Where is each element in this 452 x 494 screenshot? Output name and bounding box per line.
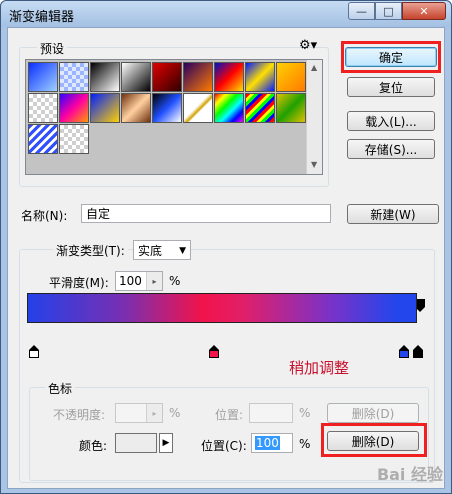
preset-swatch-14[interactable]: [152, 93, 182, 123]
color-stop-3-swatch: [399, 350, 409, 358]
name-label: 名称(N):: [21, 209, 68, 223]
gradient-type-select[interactable]: 实底 ▼: [133, 240, 191, 260]
color-stop-3[interactable]: [399, 345, 409, 359]
preset-swatch-10[interactable]: [28, 93, 58, 123]
maximize-button[interactable]: □: [375, 2, 402, 20]
gradient-type-value: 实底: [138, 243, 163, 258]
preset-swatch-20[interactable]: [59, 124, 89, 154]
preset-swatch-19[interactable]: [28, 124, 58, 154]
color-stop-1[interactable]: [29, 345, 39, 359]
color-menu-arrow-icon[interactable]: ▶: [159, 433, 173, 453]
preset-swatch-11[interactable]: [59, 93, 89, 123]
preset-swatch-18[interactable]: [276, 93, 306, 123]
color-label: 颜色:: [79, 439, 108, 453]
preset-swatch-12[interactable]: [90, 93, 120, 123]
preset-swatch-17[interactable]: [245, 93, 275, 123]
name-input[interactable]: [81, 204, 331, 223]
color-swatch[interactable]: [115, 433, 157, 453]
save-button[interactable]: 存储(S)...: [347, 139, 435, 159]
opacity-label: 不透明度:: [53, 408, 106, 422]
chevron-down-icon: ▼: [179, 246, 186, 256]
color-location-value: 100: [255, 436, 280, 450]
opacity-location-input[interactable]: [249, 403, 293, 423]
ok-button-highlight: [341, 41, 441, 73]
preset-swatch-8[interactable]: [245, 62, 275, 92]
preset-swatch-15[interactable]: [183, 93, 213, 123]
window-title: 渐变编辑器: [9, 10, 75, 25]
watermark-text: Bai 经验: [376, 465, 443, 484]
preset-swatch-13[interactable]: [121, 93, 151, 123]
gear-icon[interactable]: ⚙▾: [299, 38, 317, 53]
color-stop-4-swatch: [413, 350, 423, 358]
load-button[interactable]: 载入(L)...: [347, 111, 435, 131]
preset-swatch-6[interactable]: [183, 62, 213, 92]
preset-swatch-4[interactable]: [121, 62, 151, 92]
scroll-down-icon[interactable]: ▼: [311, 160, 317, 169]
opacity-location-unit: %: [299, 406, 311, 420]
gradient-preview-bar[interactable]: [27, 293, 417, 323]
gradient-editor-window: 渐变编辑器 — □ ✕ 预设 ⚙▾ ▲ ▼ 确定 复位 载入(L)... 存储(…: [0, 0, 452, 494]
opacity-location-label: 位置:: [215, 408, 244, 422]
preset-swatch-16[interactable]: [214, 93, 244, 123]
color-location-input[interactable]: 100: [251, 433, 293, 453]
preset-swatch-5[interactable]: [152, 62, 182, 92]
smoothness-input[interactable]: 100 ▸: [115, 271, 163, 291]
gradient-type-label: 渐变类型(T):: [53, 242, 128, 259]
delete-button-highlight: [321, 423, 427, 457]
presets-scrollbar[interactable]: ▲ ▼: [306, 60, 322, 174]
new-button[interactable]: 新建(W): [347, 204, 439, 224]
color-stop-1-swatch: [29, 350, 39, 358]
minimize-button[interactable]: —: [348, 2, 375, 20]
preset-swatch-2[interactable]: [59, 62, 89, 92]
reset-button[interactable]: 复位: [347, 77, 435, 97]
preset-swatch-1[interactable]: [28, 62, 58, 92]
scroll-up-icon[interactable]: ▲: [311, 63, 317, 72]
title-bar[interactable]: 渐变编辑器 — □ ✕: [1, 1, 451, 27]
color-stop-2-swatch: [209, 350, 219, 358]
annotation-text: 稍加调整: [289, 359, 350, 377]
window-controls: — □ ✕: [348, 2, 446, 20]
opacity-stepper-icon: ▸: [146, 404, 162, 422]
presets-grid: ▲ ▼: [25, 59, 323, 175]
smoothness-value: 100: [119, 274, 142, 288]
preset-swatch-7[interactable]: [214, 62, 244, 92]
opacity-unit: %: [169, 406, 181, 420]
preset-swatch-9[interactable]: [276, 62, 306, 92]
stops-group-label: 色标: [45, 380, 76, 397]
delete-opacity-stop-button[interactable]: 删除(D): [327, 403, 419, 423]
close-button[interactable]: ✕: [402, 2, 446, 20]
smoothness-stepper-icon[interactable]: ▸: [146, 272, 162, 290]
opacity-input[interactable]: ▸: [115, 403, 163, 423]
color-stop-4-selected[interactable]: [413, 345, 423, 359]
preset-swatch-3[interactable]: [90, 62, 120, 92]
smoothness-unit: %: [169, 274, 181, 288]
presets-label: 预设: [37, 40, 68, 57]
smoothness-label: 平滑度(M):: [49, 276, 109, 290]
color-stop-2[interactable]: [209, 345, 219, 359]
color-location-label: 位置(C):: [201, 439, 247, 453]
color-location-unit: %: [299, 437, 311, 451]
